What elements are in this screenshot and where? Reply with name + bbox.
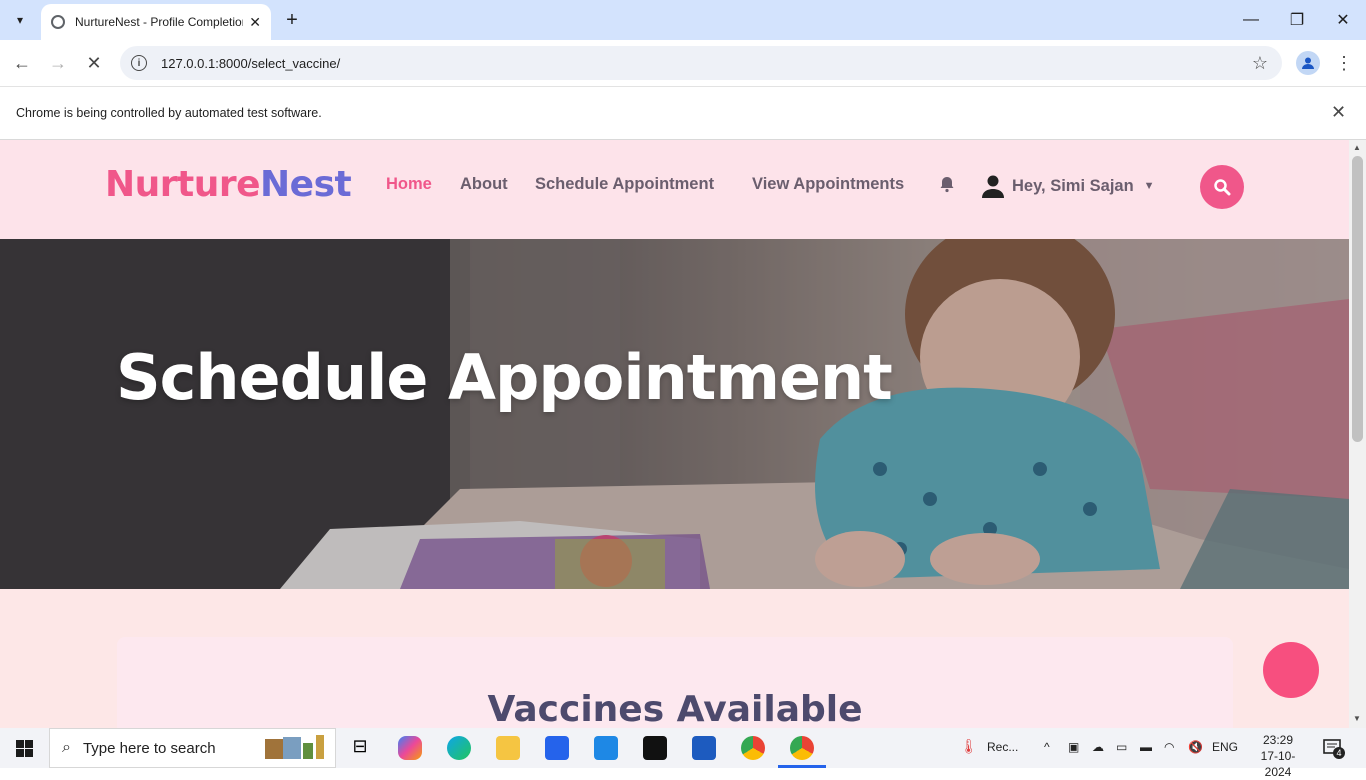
window-close-icon[interactable]: ✕ bbox=[1331, 8, 1355, 32]
scrollbar-thumb[interactable] bbox=[1352, 156, 1363, 442]
window-minimize-icon[interactable]: — bbox=[1239, 8, 1263, 32]
search-highlight-icon bbox=[265, 735, 324, 759]
vaccines-card: Vaccines Available bbox=[117, 637, 1233, 728]
forward-arrow-icon[interactable]: → bbox=[46, 51, 70, 75]
system-clock[interactable]: 23:29 17-10-2024 bbox=[1250, 732, 1306, 780]
page-scrollbar[interactable]: ▲ ▼ bbox=[1349, 140, 1366, 728]
task-view-icon[interactable]: ⊟ bbox=[348, 736, 372, 760]
floating-action-button[interactable] bbox=[1263, 642, 1319, 698]
profile-avatar-icon[interactable] bbox=[1296, 51, 1320, 75]
chrome-profile-icon[interactable] bbox=[741, 736, 765, 760]
copilot-icon[interactable] bbox=[398, 736, 422, 760]
nav-home[interactable]: Home bbox=[386, 175, 432, 194]
site-navbar: NurtureNest Home About Schedule Appointm… bbox=[0, 140, 1349, 239]
window-restore-icon[interactable]: ❐ bbox=[1285, 8, 1309, 32]
tray-app-label[interactable]: Rec... bbox=[987, 740, 1018, 754]
tab-search-chevron-icon[interactable]: ▾ bbox=[6, 6, 34, 34]
search-icon bbox=[1214, 179, 1231, 196]
taskbar-search-box[interactable]: ⌕ Type here to search bbox=[49, 728, 336, 768]
nav-view-appointments[interactable]: View Appointments bbox=[752, 175, 904, 194]
back-arrow-icon[interactable]: ← bbox=[10, 51, 34, 75]
recorder-thermo-icon[interactable]: 🌡 bbox=[960, 738, 978, 755]
microsoft-store-icon[interactable] bbox=[545, 736, 569, 760]
address-url[interactable]: 127.0.0.1:8000/select_vaccine/ bbox=[161, 56, 340, 71]
wifi-icon[interactable]: ◠ bbox=[1164, 740, 1174, 754]
automation-infobar: Chrome is being controlled by automated … bbox=[0, 86, 1366, 140]
windows-start-icon[interactable] bbox=[16, 740, 33, 757]
new-tab-plus-icon[interactable]: + bbox=[280, 8, 304, 32]
language-indicator[interactable]: ENG bbox=[1212, 740, 1238, 754]
taskbar-search-placeholder: Type here to search bbox=[82, 739, 216, 757]
battery-icon[interactable]: ▬ bbox=[1140, 740, 1152, 754]
browser-tab-strip: ▾ NurtureNest - Profile Completion ✕ + —… bbox=[0, 0, 1366, 40]
windows-taskbar: ⌕ Type here to search ⊟ 🌡 Rec... ^ ▣ ☁ ▭… bbox=[0, 728, 1366, 779]
notification-center-icon[interactable]: 4 bbox=[1322, 737, 1345, 759]
user-greeting: Hey, Simi Sajan bbox=[1012, 176, 1134, 195]
tab-title: NurtureNest - Profile Completion bbox=[75, 15, 243, 29]
clock-time: 23:29 bbox=[1262, 733, 1294, 747]
site-info-icon[interactable]: i bbox=[131, 55, 147, 71]
scroll-up-arrow-icon[interactable]: ▲ bbox=[1353, 143, 1361, 152]
site-logo[interactable]: NurtureNest bbox=[105, 164, 352, 205]
file-explorer-icon[interactable] bbox=[496, 736, 520, 760]
vaccines-heading: Vaccines Available bbox=[487, 689, 863, 728]
notification-count-badge: 4 bbox=[1333, 747, 1345, 759]
clock-date: 17-10-2024 bbox=[1260, 749, 1296, 779]
site-search-button[interactable] bbox=[1200, 165, 1244, 209]
tray-overflow-chevron-icon[interactable]: ^ bbox=[1044, 740, 1050, 754]
page-viewport: NurtureNest Home About Schedule Appointm… bbox=[0, 140, 1349, 728]
hero-title: Schedule Appointment bbox=[116, 341, 893, 414]
mail-icon[interactable] bbox=[594, 736, 618, 760]
user-icon bbox=[982, 175, 1004, 198]
infobar-message: Chrome is being controlled by automated … bbox=[16, 106, 322, 120]
chrome-active-icon[interactable] bbox=[790, 736, 814, 760]
chevron-down-icon: ▼ bbox=[1143, 180, 1155, 192]
bookmark-star-icon[interactable]: ☆ bbox=[1252, 53, 1268, 74]
meet-now-icon[interactable]: ▣ bbox=[1068, 740, 1079, 754]
bell-icon[interactable] bbox=[938, 175, 956, 193]
hero-banner: Schedule Appointment bbox=[0, 239, 1349, 589]
search-icon: ⌕ bbox=[62, 739, 71, 756]
tab-close-icon[interactable]: ✕ bbox=[249, 14, 261, 31]
browser-toolbar: ← → ✕ i 127.0.0.1:8000/select_vaccine/ ☆… bbox=[0, 40, 1366, 86]
display-icon[interactable]: ▭ bbox=[1116, 740, 1127, 754]
user-menu[interactable]: Hey, Simi Sajan ▼ bbox=[982, 174, 1155, 198]
nav-schedule-appointment[interactable]: Schedule Appointment bbox=[535, 175, 714, 194]
scroll-down-arrow-icon[interactable]: ▼ bbox=[1353, 714, 1361, 723]
nav-about[interactable]: About bbox=[460, 175, 508, 194]
browser-tab[interactable]: NurtureNest - Profile Completion ✕ bbox=[41, 4, 271, 40]
address-bar[interactable]: i 127.0.0.1:8000/select_vaccine/ ☆ bbox=[120, 46, 1282, 80]
browser-menu-icon[interactable]: ⋮ bbox=[1334, 51, 1354, 75]
onedrive-icon[interactable]: ☁ bbox=[1092, 740, 1104, 754]
hero-child-photo bbox=[0, 239, 1349, 589]
edge-icon[interactable] bbox=[447, 736, 471, 760]
infobar-close-icon[interactable]: ✕ bbox=[1331, 102, 1346, 123]
terminal-app-icon[interactable] bbox=[643, 736, 667, 760]
tab-favicon-icon bbox=[51, 15, 65, 29]
stop-loading-icon[interactable]: ✕ bbox=[82, 51, 106, 75]
word-icon[interactable] bbox=[692, 736, 716, 760]
volume-muted-icon[interactable]: 🔇 bbox=[1188, 740, 1203, 754]
